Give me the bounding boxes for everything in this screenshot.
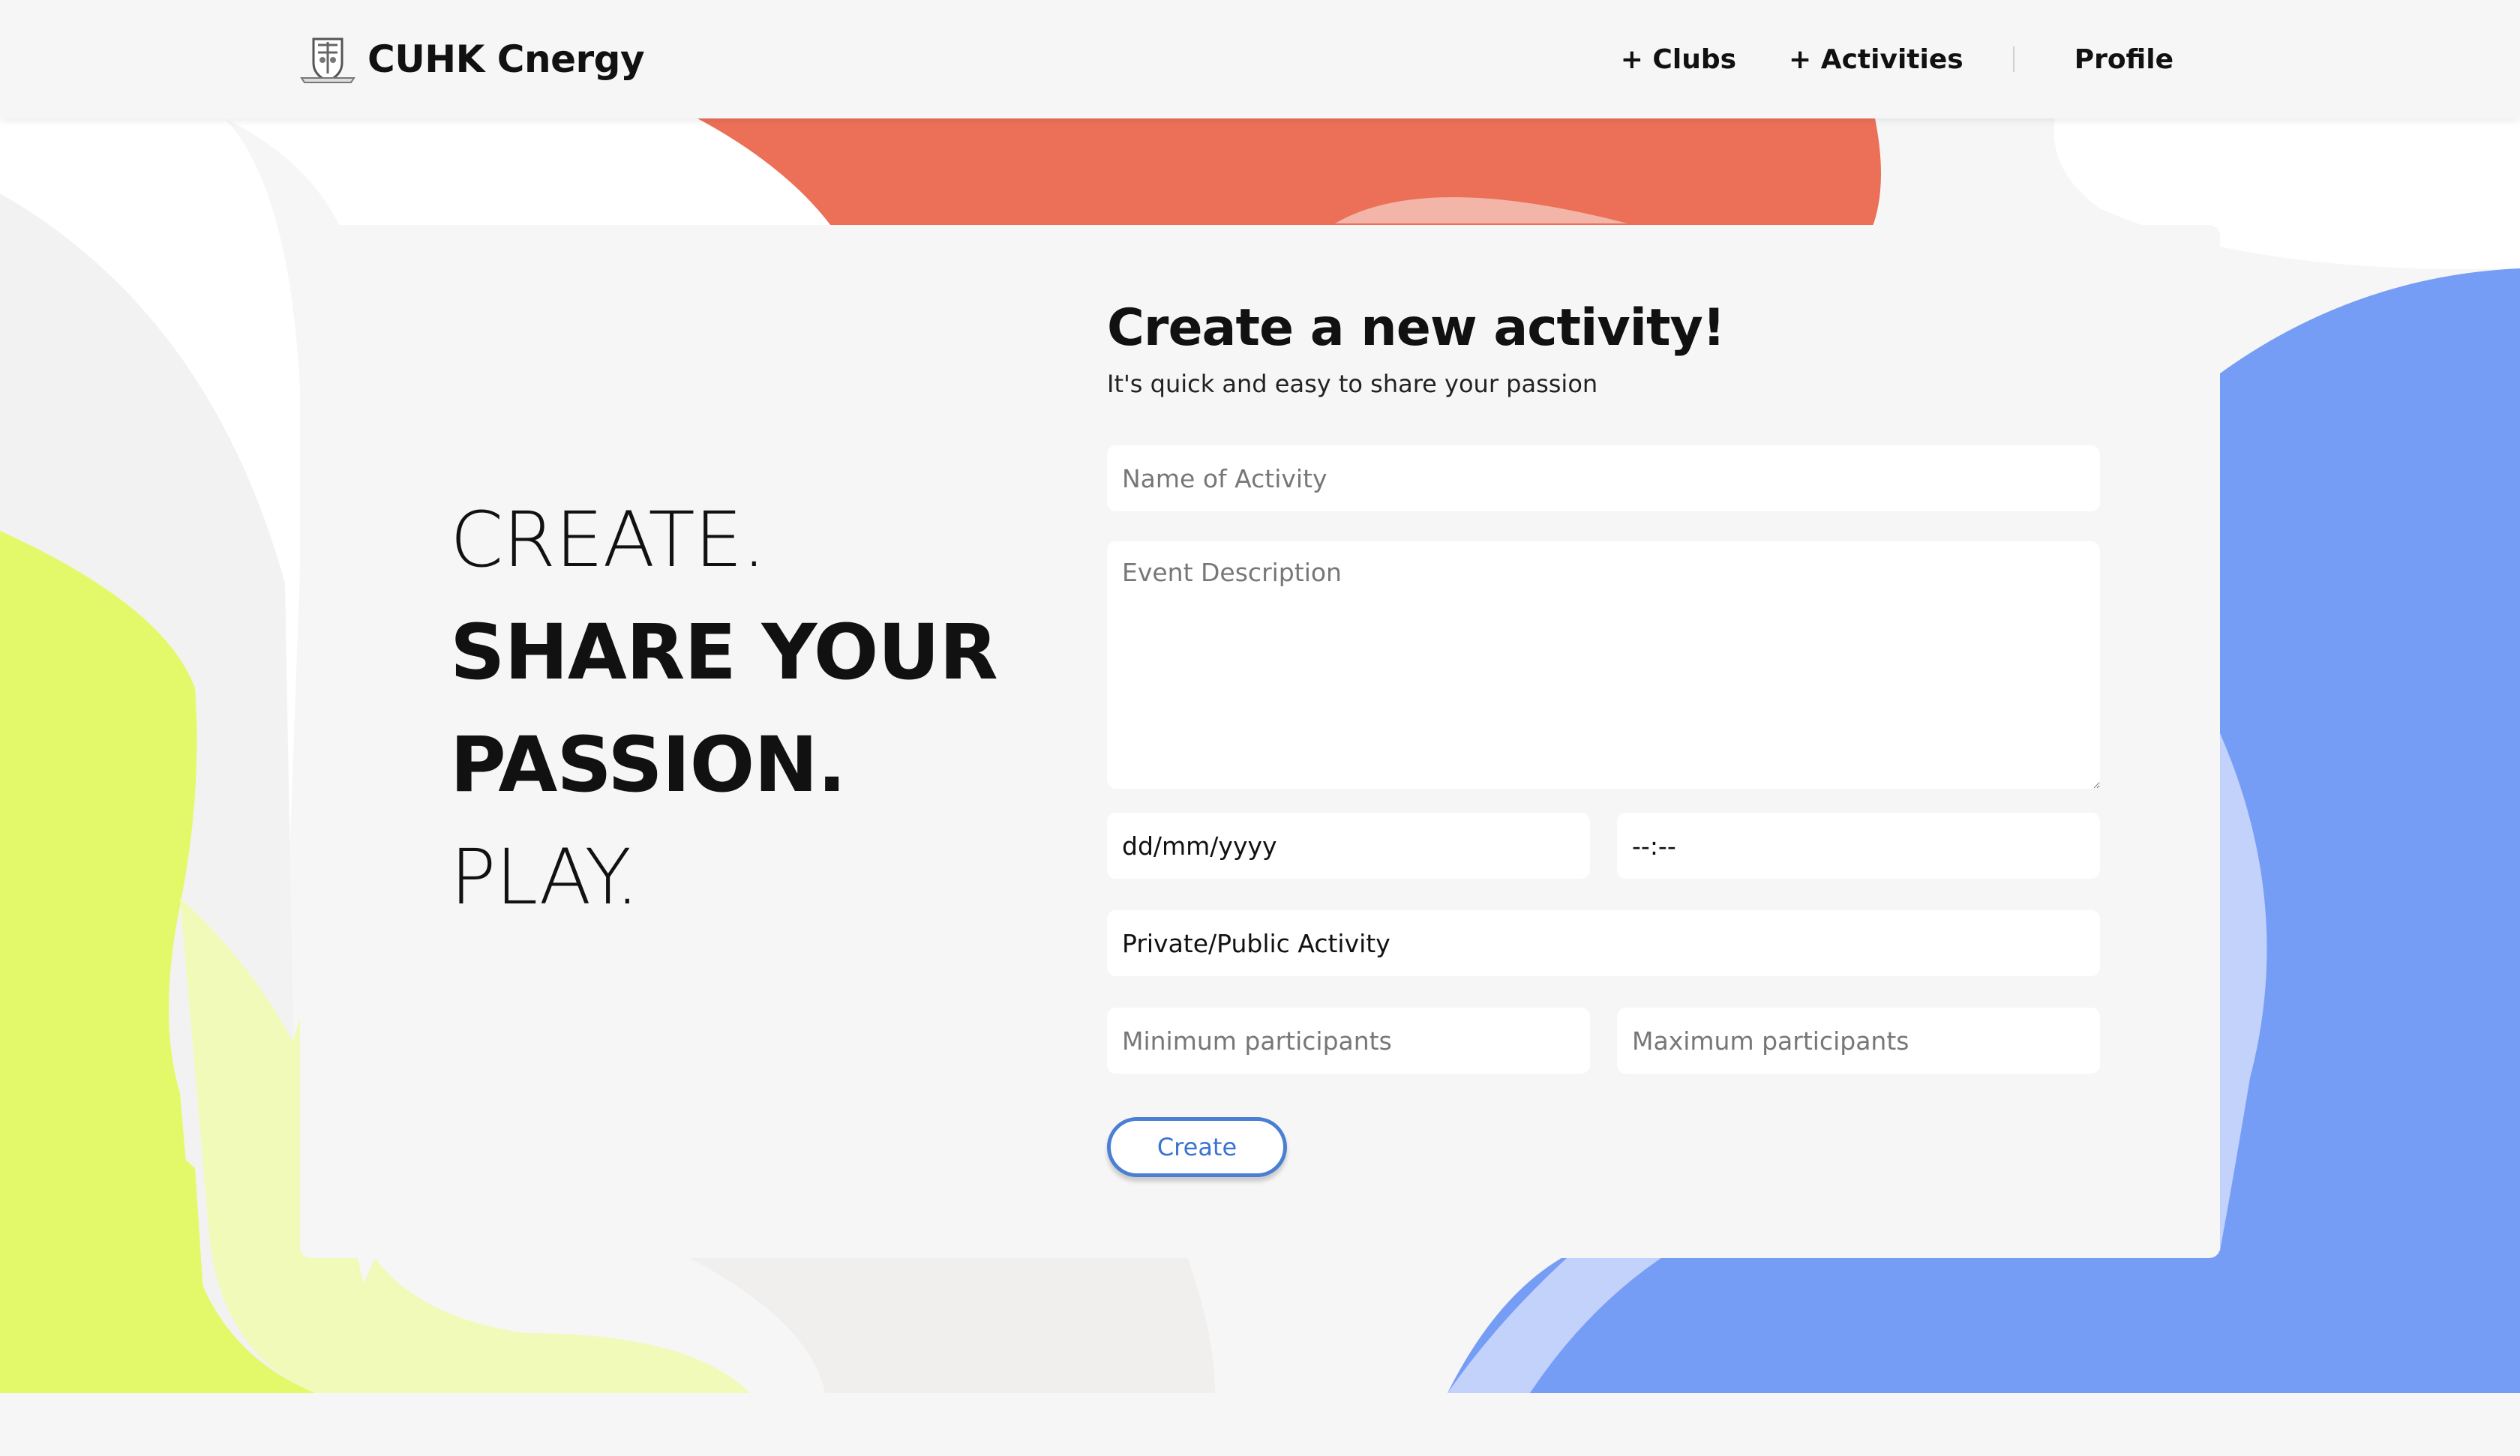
datetime-row: dd/mm/yyyy --:-- xyxy=(1107,813,2100,879)
brand-link[interactable]: CUHK Cnergy xyxy=(298,33,645,85)
time-input[interactable]: --:-- xyxy=(1617,813,2100,879)
date-input[interactable]: dd/mm/yyyy xyxy=(1107,813,1590,879)
navbar: CUHK Cnergy + Clubs + Activities Profile xyxy=(0,0,2520,118)
nav-divider xyxy=(2012,46,2014,72)
university-crest-icon xyxy=(300,37,356,83)
max-participants-input[interactable] xyxy=(1617,1008,2100,1074)
form-subtitle: It's quick and easy to share your passio… xyxy=(1107,370,1598,398)
slogan-line-create: CREATE. xyxy=(450,496,766,585)
brand-name: CUHK Cnergy xyxy=(368,37,645,81)
slogan-line-play: PLAY. xyxy=(450,833,640,922)
nav-clubs-link[interactable]: + Clubs xyxy=(1621,44,1736,75)
nav-activities-link[interactable]: + Activities xyxy=(1789,44,1964,75)
slogan-line-passion: PASSION. xyxy=(450,721,846,810)
slogan-line-share: SHARE YOUR xyxy=(450,608,998,697)
nav-links: + Clubs + Activities Profile xyxy=(1621,37,2174,81)
create-button[interactable]: Create xyxy=(1107,1117,1287,1177)
create-activity-card: CREATE. SHARE YOUR PASSION. PLAY. Create… xyxy=(300,225,2220,1258)
create-activity-form: Create a new activity! It's quick and ea… xyxy=(1107,292,2100,1177)
slogan: CREATE. SHARE YOUR PASSION. PLAY. xyxy=(450,484,998,934)
footer-strip xyxy=(0,1393,2520,1456)
privacy-select[interactable]: Private/Public Activity xyxy=(1107,910,2100,976)
event-description-textarea[interactable] xyxy=(1107,541,2100,789)
form-title: Create a new activity! xyxy=(1107,298,1726,358)
activity-name-input[interactable] xyxy=(1107,445,2100,511)
min-participants-input[interactable] xyxy=(1107,1008,1590,1074)
nav-profile-link[interactable]: Profile xyxy=(2074,44,2174,75)
participants-row xyxy=(1107,1008,2100,1074)
